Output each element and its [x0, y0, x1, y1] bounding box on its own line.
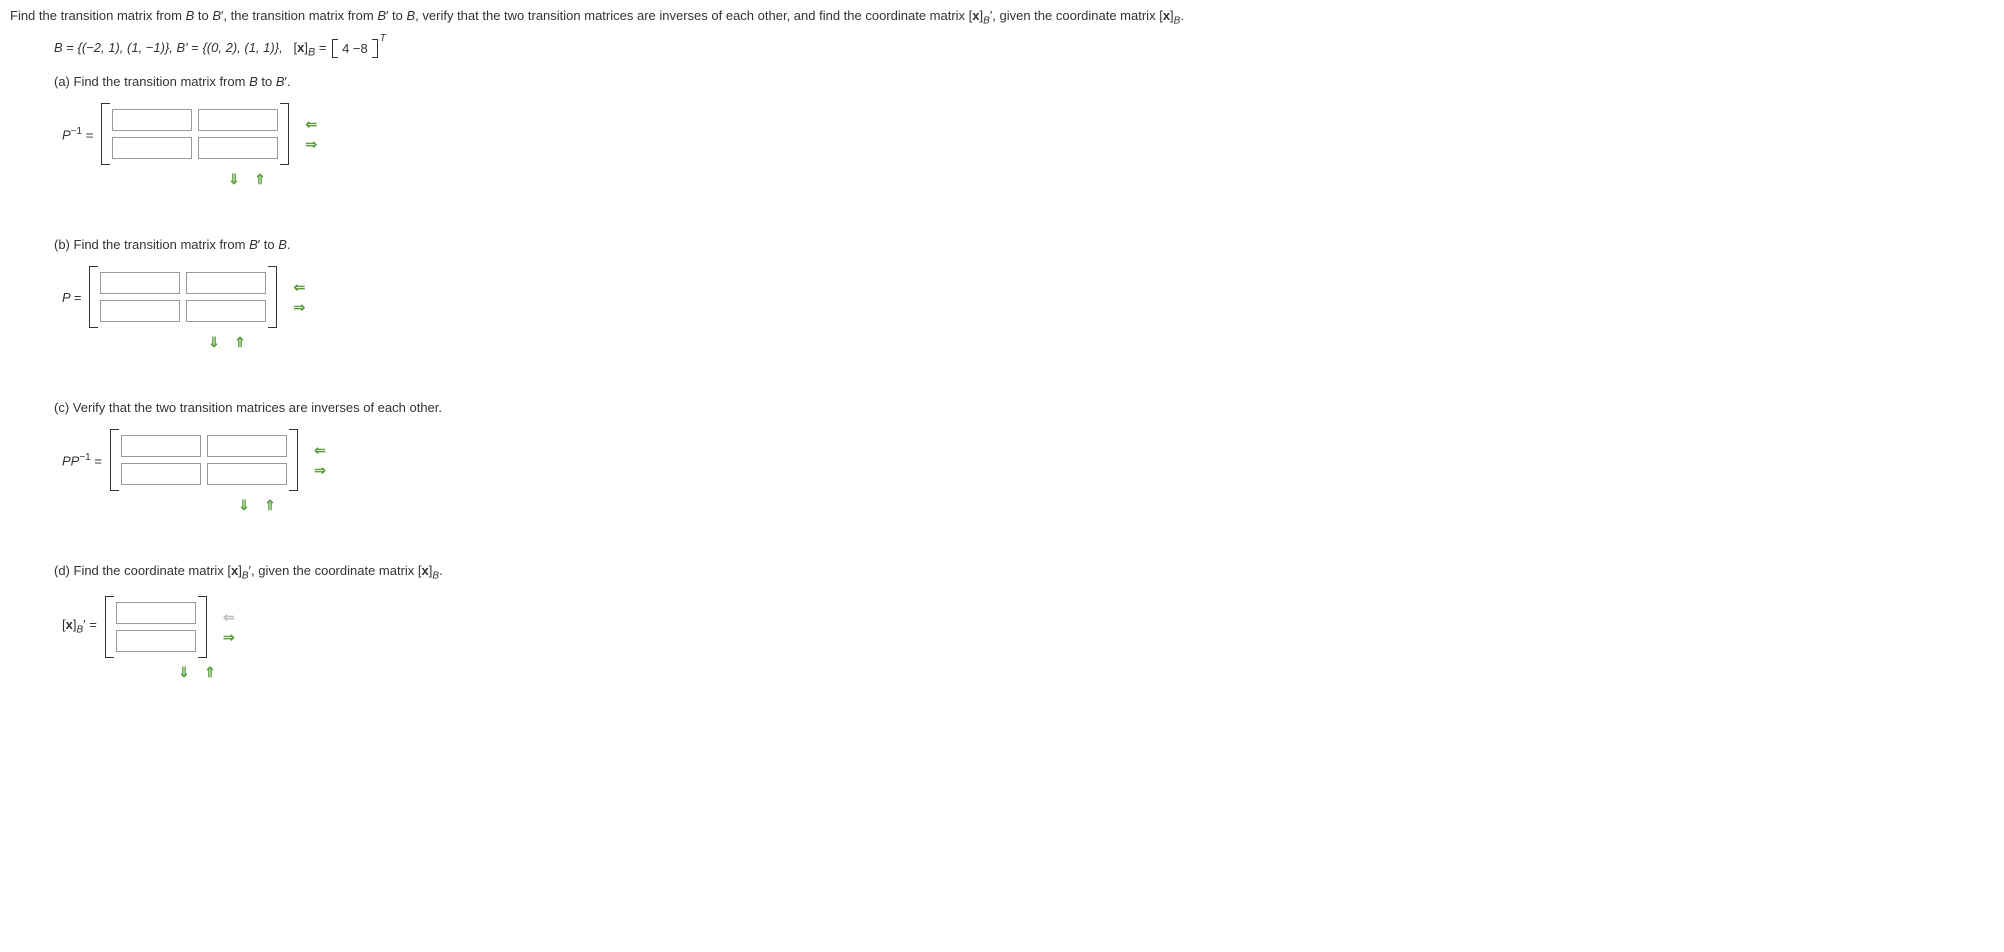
problem-statement: Find the transition matrix from B to B′,… — [10, 8, 1994, 27]
add-row-icon[interactable]: ⇓ — [224, 171, 244, 187]
matrix-a-cell-0-1[interactable] — [198, 109, 278, 131]
remove-col-icon[interactable]: ⇐ — [219, 609, 239, 625]
part-b-lhs: P = — [62, 290, 81, 305]
add-col-icon[interactable]: ⇒ — [289, 299, 309, 315]
remove-col-icon[interactable]: ⇐ — [289, 279, 309, 295]
matrix-a — [101, 103, 289, 165]
matrix-b-cell-0-0[interactable] — [100, 272, 180, 294]
part-c: (c) Verify that the two transition matri… — [54, 400, 1994, 513]
matrix-d-cell-1-0[interactable] — [116, 630, 196, 652]
matrix-a-cell-1-0[interactable] — [112, 137, 192, 159]
add-col-icon[interactable]: ⇒ — [301, 136, 321, 152]
bracket-left — [101, 103, 110, 165]
bracket-right — [289, 429, 298, 491]
add-col-icon[interactable]: ⇒ — [219, 629, 239, 645]
remove-col-icon[interactable]: ⇐ — [310, 442, 330, 458]
remove-row-icon[interactable]: ⇑ — [230, 334, 250, 350]
matrix-c-cell-0-0[interactable] — [121, 435, 201, 457]
part-c-label: (c) Verify that the two transition matri… — [54, 400, 1994, 415]
matrix-c-cell-1-1[interactable] — [207, 463, 287, 485]
bracket-left — [110, 429, 119, 491]
given-values: B = {(−2, 1), (1, −1)}, B′ = {(0, 2), (1… — [54, 39, 1994, 59]
matrix-c-cell-1-0[interactable] — [121, 463, 201, 485]
bracket-right — [198, 596, 207, 658]
add-col-icon[interactable]: ⇒ — [310, 462, 330, 478]
matrix-a-cell-0-0[interactable] — [112, 109, 192, 131]
bracket-right — [280, 103, 289, 165]
matrix-c — [110, 429, 298, 491]
part-a: (a) Find the transition matrix from B to… — [54, 74, 1994, 187]
bracket-left — [105, 596, 114, 658]
matrix-b-cell-1-1[interactable] — [186, 300, 266, 322]
add-row-icon[interactable]: ⇓ — [204, 334, 224, 350]
matrix-d — [105, 596, 207, 658]
part-d-label: (d) Find the coordinate matrix [x]B′, gi… — [54, 563, 1994, 582]
part-d-lhs: [x]B′ = — [62, 617, 97, 636]
matrix-a-cell-1-1[interactable] — [198, 137, 278, 159]
matrix-c-cell-0-1[interactable] — [207, 435, 287, 457]
remove-row-icon[interactable]: ⇑ — [250, 171, 270, 187]
bracket-left — [89, 266, 98, 328]
part-a-label: (a) Find the transition matrix from B to… — [54, 74, 1994, 89]
part-c-lhs: PP−1 = — [62, 452, 102, 468]
matrix-b-cell-1-0[interactable] — [100, 300, 180, 322]
part-a-lhs: P−1 = — [62, 126, 93, 142]
add-row-icon[interactable]: ⇓ — [174, 664, 194, 680]
matrix-d-cell-0-0[interactable] — [116, 602, 196, 624]
bracket-right — [268, 266, 277, 328]
matrix-b — [89, 266, 277, 328]
add-row-icon[interactable]: ⇓ — [234, 497, 254, 513]
remove-col-icon[interactable]: ⇐ — [301, 116, 321, 132]
matrix-b-cell-0-1[interactable] — [186, 272, 266, 294]
remove-row-icon[interactable]: ⇑ — [260, 497, 280, 513]
part-b-label: (b) Find the transition matrix from B′ t… — [54, 237, 1994, 252]
part-d: (d) Find the coordinate matrix [x]B′, gi… — [54, 563, 1994, 680]
remove-row-icon[interactable]: ⇑ — [200, 664, 220, 680]
part-b: (b) Find the transition matrix from B′ t… — [54, 237, 1994, 350]
